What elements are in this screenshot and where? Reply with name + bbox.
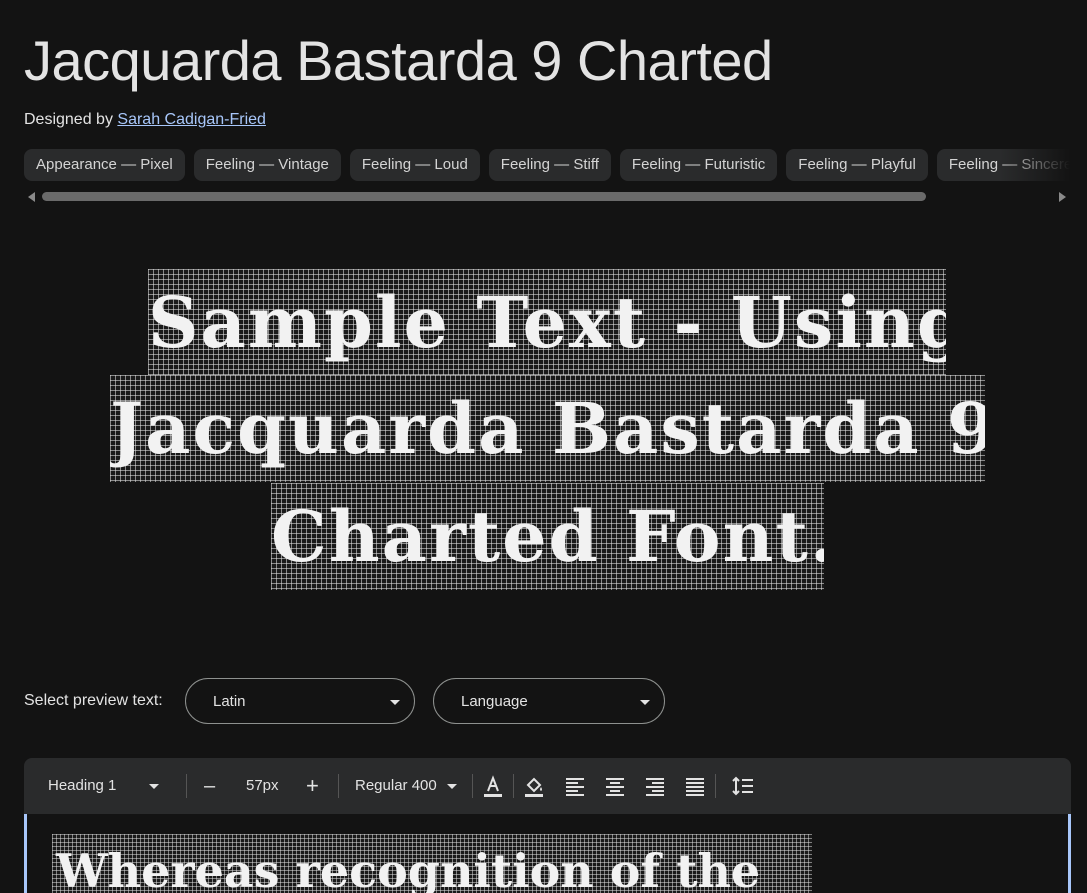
script-select-value: Latin: [213, 693, 246, 710]
scroll-right-arrow-icon[interactable]: [1059, 192, 1066, 202]
increase-size-button[interactable]: +: [306, 758, 319, 814]
preview-editor[interactable]: Whereas recognition of the: [24, 814, 1071, 893]
align-center-icon[interactable]: [603, 774, 627, 798]
editor-toolbar: Heading 1 – 57px + Regular 400: [24, 758, 1071, 814]
toolbar-divider: [338, 774, 339, 798]
tag-list: Appearance — Pixel Feeling — Vintage Fee…: [24, 149, 1070, 181]
tags-fade: [1000, 149, 1070, 181]
align-justify-icon[interactable]: [683, 774, 707, 798]
toolbar-divider: [715, 774, 716, 798]
font-weight-select[interactable]: Regular 400: [355, 758, 457, 814]
tag-chip[interactable]: Feeling — Stiff: [488, 149, 611, 181]
preview-text-label: Select preview text:: [24, 692, 163, 709]
sample-text-line: Jacquarda Bastarda 9: [110, 375, 985, 482]
text-color-icon[interactable]: [481, 774, 505, 798]
language-select[interactable]: Language: [433, 678, 665, 724]
language-select-value: Language: [461, 693, 528, 710]
page-title: Jacquarda Bastarda 9 Charted: [24, 29, 773, 92]
designer-line: Designed by Sarah Cadigan-Fried: [24, 111, 266, 129]
toolbar-divider: [513, 774, 514, 798]
tag-chip[interactable]: Feeling — Loud: [349, 149, 480, 181]
toolbar-divider: [472, 774, 473, 798]
sample-text-line: Sample Text - Using: [148, 269, 946, 376]
chevron-down-icon: [148, 783, 159, 789]
align-left-icon[interactable]: [563, 774, 587, 798]
script-select[interactable]: Latin: [185, 678, 415, 724]
scroll-left-arrow-icon[interactable]: [28, 192, 35, 202]
decrease-size-button[interactable]: –: [204, 758, 215, 814]
align-right-icon[interactable]: [643, 774, 667, 798]
chevron-down-icon: [446, 783, 457, 789]
designed-by-label: Designed by: [24, 111, 113, 128]
highlight-color-icon[interactable]: [522, 774, 546, 798]
chevron-down-icon: [390, 700, 400, 705]
tag-chip[interactable]: Appearance — Pixel: [24, 149, 185, 181]
font-size-value[interactable]: 57px: [246, 758, 279, 814]
tag-chip[interactable]: Feeling — Playful: [786, 149, 928, 181]
line-height-icon[interactable]: [731, 774, 755, 798]
chevron-down-icon: [640, 700, 650, 705]
designer-link[interactable]: Sarah Cadigan-Fried: [117, 111, 266, 128]
toolbar-divider: [186, 774, 187, 798]
text-style-select[interactable]: Heading 1: [48, 758, 159, 814]
tag-chip[interactable]: Feeling — Vintage: [193, 149, 341, 181]
text-style-value: Heading 1: [48, 777, 117, 794]
sample-text-line: Charted Font.: [271, 483, 824, 590]
tag-chip[interactable]: Feeling — Futuristic: [619, 149, 778, 181]
font-weight-value: Regular 400: [355, 777, 437, 794]
editor-text[interactable]: Whereas recognition of the: [52, 834, 812, 893]
tags-scrollbar[interactable]: [42, 192, 926, 201]
